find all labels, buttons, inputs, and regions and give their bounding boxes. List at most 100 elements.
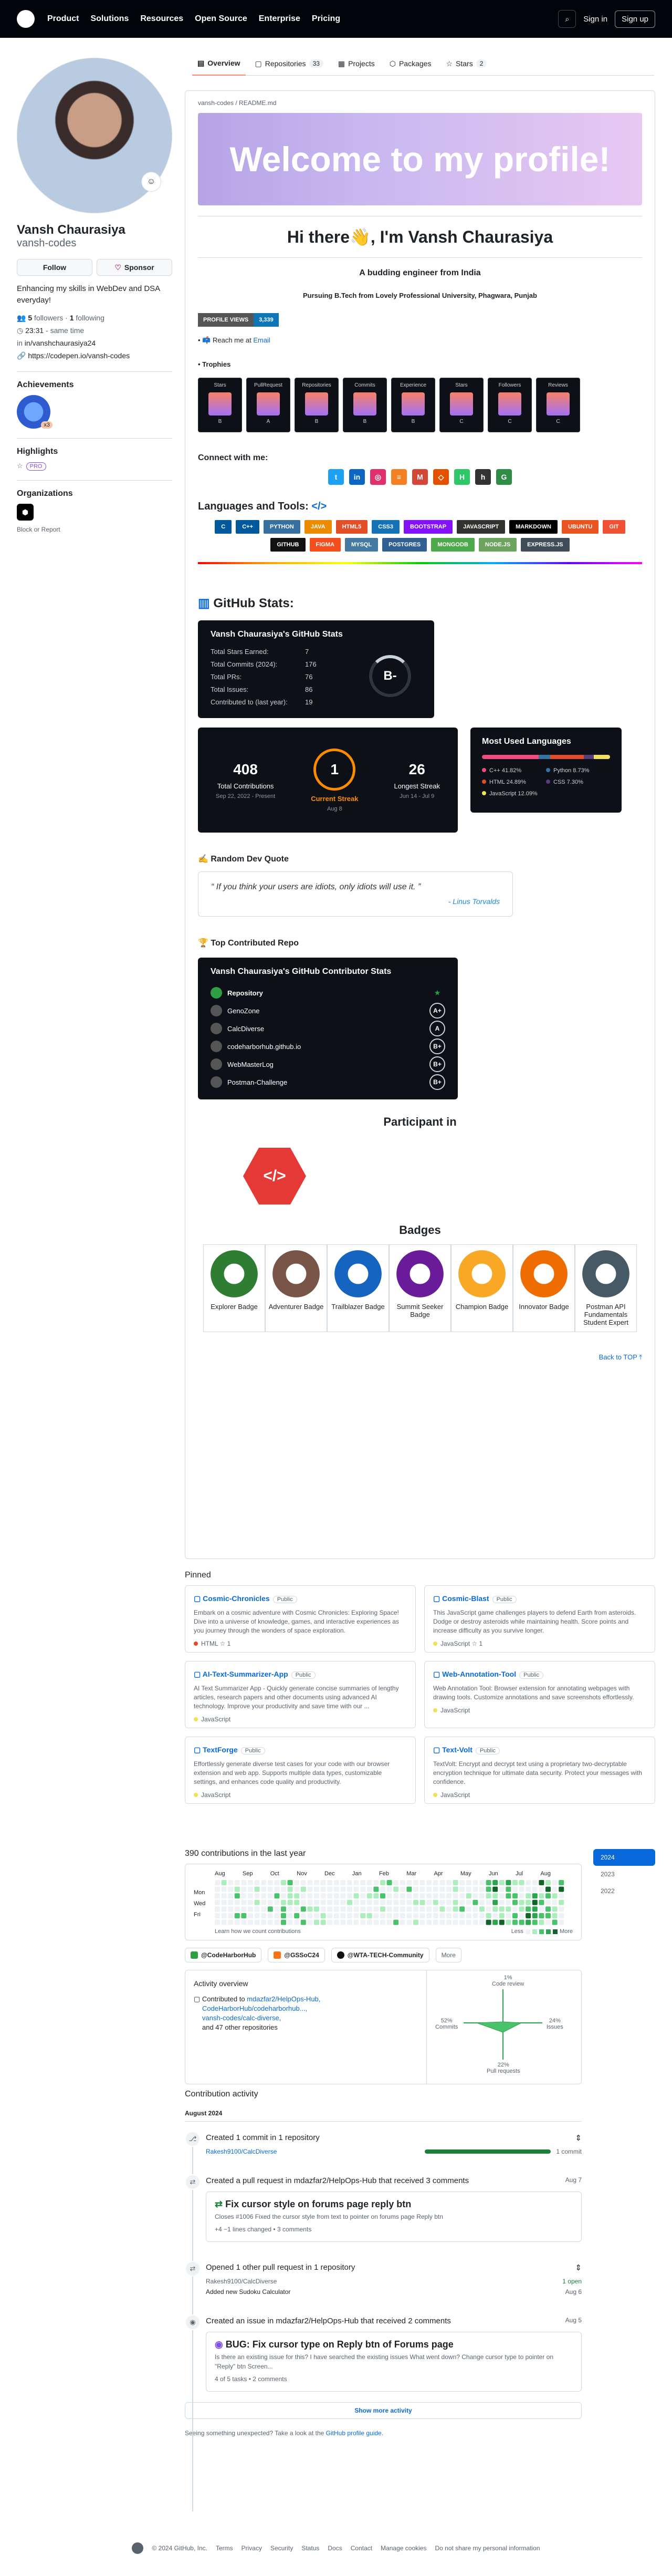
hacktoberfest-badge[interactable]: </> — [243, 1148, 306, 1204]
pinned-repo-card[interactable]: ▢ Cosmic-Blast Public This JavaScript game… — [424, 1585, 655, 1653]
contribution-day-cell[interactable] — [248, 1886, 253, 1892]
contribution-day-cell[interactable] — [386, 1913, 392, 1918]
contribution-day-cell[interactable] — [539, 1880, 544, 1885]
collapse-icon[interactable]: ⇕ — [575, 2263, 582, 2272]
contribution-day-cell[interactable] — [333, 1893, 339, 1899]
collapse-icon[interactable]: ⇕ — [575, 2133, 582, 2143]
contribution-day-cell[interactable] — [466, 1919, 471, 1925]
linkedin-link[interactable]: in/vanshchaurasiya24 — [25, 339, 96, 347]
contribution-day-cell[interactable] — [459, 1886, 465, 1892]
contribution-day-cell[interactable] — [307, 1899, 313, 1905]
contribution-day-cell[interactable] — [340, 1906, 346, 1912]
contribution-day-cell[interactable] — [393, 1906, 399, 1912]
contribution-day-cell[interactable] — [426, 1899, 432, 1905]
trophy-card[interactable]: Experience B — [391, 378, 435, 432]
contribution-day-cell[interactable] — [314, 1893, 319, 1899]
contribution-day-cell[interactable] — [287, 1880, 293, 1885]
contribution-day-cell[interactable] — [453, 1893, 458, 1899]
contribution-day-cell[interactable] — [314, 1880, 319, 1885]
contribution-day-cell[interactable] — [215, 1886, 220, 1892]
contribution-day-cell[interactable] — [327, 1906, 333, 1912]
contribution-day-cell[interactable] — [314, 1906, 319, 1912]
contribution-day-cell[interactable] — [386, 1886, 392, 1892]
contribution-day-cell[interactable] — [446, 1919, 452, 1925]
contribution-day-cell[interactable] — [400, 1886, 405, 1892]
contribution-day-cell[interactable] — [459, 1906, 465, 1912]
contribution-day-cell[interactable] — [366, 1906, 372, 1912]
contribution-day-cell[interactable] — [287, 1919, 293, 1925]
contribution-day-cell[interactable] — [340, 1899, 346, 1905]
contribution-day-cell[interactable] — [400, 1899, 405, 1905]
contribution-day-cell[interactable] — [353, 1880, 359, 1885]
contribution-day-cell[interactable] — [453, 1886, 458, 1892]
trophy-card[interactable]: Repositories B — [295, 378, 339, 432]
contribution-day-cell[interactable] — [347, 1906, 352, 1912]
contribution-day-cell[interactable] — [307, 1913, 313, 1918]
contribution-day-cell[interactable] — [479, 1886, 485, 1892]
nav-resources[interactable]: Resources — [140, 14, 183, 24]
contribution-day-cell[interactable] — [499, 1906, 505, 1912]
contribution-day-cell[interactable] — [241, 1913, 247, 1918]
contribution-day-cell[interactable] — [373, 1893, 379, 1899]
contribution-day-cell[interactable] — [545, 1906, 551, 1912]
contribution-day-cell[interactable] — [340, 1886, 346, 1892]
achievement-badge[interactable]: x3 — [17, 395, 52, 429]
contribution-day-cell[interactable] — [539, 1899, 544, 1905]
contribution-day-cell[interactable] — [446, 1906, 452, 1912]
contribution-day-cell[interactable] — [307, 1893, 313, 1899]
contribution-day-cell[interactable] — [519, 1880, 524, 1885]
contribution-day-cell[interactable] — [320, 1899, 326, 1905]
contribution-day-cell[interactable] — [267, 1893, 273, 1899]
contribution-day-cell[interactable] — [419, 1906, 425, 1912]
contribution-day-cell[interactable] — [221, 1886, 227, 1892]
contribution-day-cell[interactable] — [340, 1893, 346, 1899]
nav-open-source[interactable]: Open Source — [195, 14, 247, 24]
contribution-day-cell[interactable] — [327, 1899, 333, 1905]
contribution-day-cell[interactable] — [472, 1893, 478, 1899]
contribution-day-cell[interactable] — [234, 1906, 240, 1912]
contribution-day-cell[interactable] — [248, 1919, 253, 1925]
contribution-day-cell[interactable] — [526, 1886, 531, 1892]
contribution-day-cell[interactable] — [413, 1919, 418, 1925]
contribution-day-cell[interactable] — [340, 1880, 346, 1885]
contribution-day-cell[interactable] — [380, 1886, 385, 1892]
contribution-day-cell[interactable] — [221, 1893, 227, 1899]
contribution-day-cell[interactable] — [479, 1899, 485, 1905]
contribution-day-cell[interactable] — [360, 1893, 366, 1899]
contribution-day-cell[interactable] — [393, 1886, 399, 1892]
contribution-day-cell[interactable] — [492, 1899, 498, 1905]
contribution-day-cell[interactable] — [241, 1893, 247, 1899]
contribution-day-cell[interactable] — [287, 1906, 293, 1912]
nav-product[interactable]: Product — [47, 14, 79, 24]
contribution-day-cell[interactable] — [380, 1880, 385, 1885]
contribution-day-cell[interactable] — [234, 1899, 240, 1905]
contribution-day-cell[interactable] — [413, 1906, 418, 1912]
contribution-day-cell[interactable] — [281, 1906, 286, 1912]
contribution-day-cell[interactable] — [215, 1880, 220, 1885]
contribution-day-cell[interactable] — [552, 1913, 558, 1918]
trophy-card[interactable]: Stars B — [198, 378, 242, 432]
contribution-day-cell[interactable] — [287, 1899, 293, 1905]
contribution-day-cell[interactable] — [439, 1893, 445, 1899]
instagram-icon[interactable]: ◎ — [370, 469, 386, 485]
contribution-day-cell[interactable] — [267, 1899, 273, 1905]
pinned-repo-title[interactable]: ▢ Web-Annotation-Tool Public — [433, 1670, 646, 1680]
nav-solutions[interactable]: Solutions — [90, 14, 129, 24]
tab-projects[interactable]: ▦ Projects — [333, 51, 380, 76]
trophy-card[interactable]: Commits B — [343, 378, 387, 432]
contribution-day-cell[interactable] — [333, 1913, 339, 1918]
contribution-day-cell[interactable] — [486, 1893, 491, 1899]
followers-label[interactable]: followers — [34, 314, 63, 322]
contribution-day-cell[interactable] — [373, 1919, 379, 1925]
show-more-button[interactable]: Show more activity — [185, 2402, 582, 2419]
contribution-day-cell[interactable] — [333, 1880, 339, 1885]
contribution-day-cell[interactable] — [347, 1886, 352, 1892]
contribution-day-cell[interactable] — [353, 1913, 359, 1918]
contribution-day-cell[interactable] — [221, 1899, 227, 1905]
contribution-day-cell[interactable] — [386, 1899, 392, 1905]
profile-guide-link[interactable]: GitHub profile guide — [326, 2429, 382, 2437]
contribution-day-cell[interactable] — [300, 1913, 306, 1918]
contribution-day-cell[interactable] — [466, 1880, 471, 1885]
contribution-day-cell[interactable] — [466, 1893, 471, 1899]
github-footer-icon[interactable] — [132, 2542, 144, 2554]
